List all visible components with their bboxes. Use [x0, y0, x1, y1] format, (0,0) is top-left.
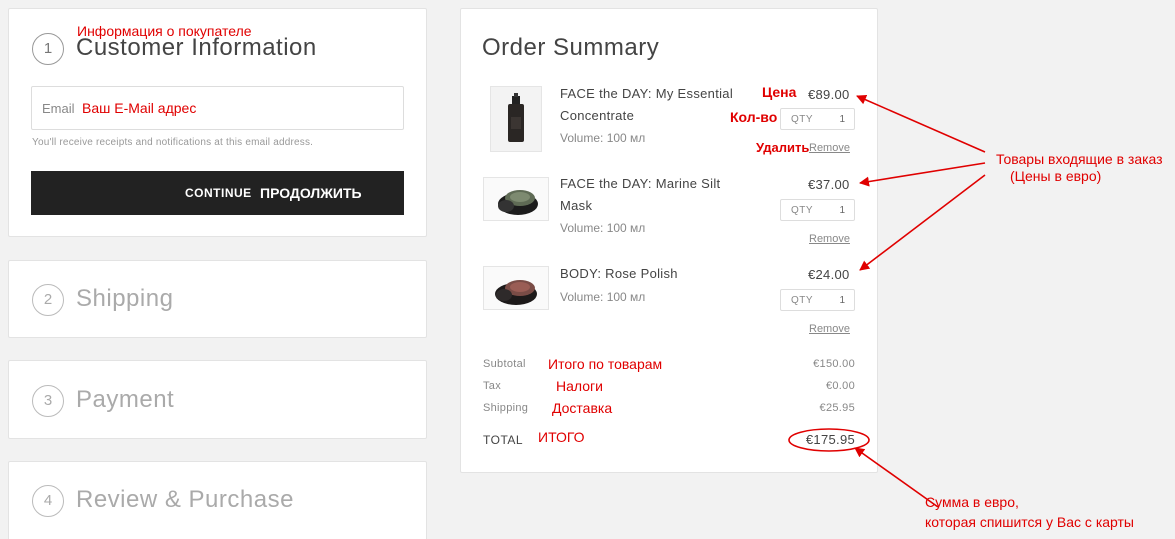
annotation-items-line2: (Цены в евро) [1010, 168, 1102, 184]
order-summary-panel: Order Summary FACE the DAY: My Essential… [460, 8, 878, 473]
qty-value: 1 [839, 114, 845, 125]
step-review[interactable]: 4 Review & Purchase [8, 461, 427, 539]
item-1-qty-field[interactable]: QTY 1 [780, 108, 855, 130]
qty-label: QTY [791, 205, 814, 216]
annotation-charge-line1: Сумма в евро, [925, 494, 1019, 510]
step-2-number: 2 [32, 284, 64, 316]
item-3-remove-link[interactable]: Remove [809, 323, 850, 335]
email-placeholder: Email [42, 101, 75, 116]
annotation-items-line1: Товары входящие в заказ [996, 151, 1163, 167]
item-1-remove-link[interactable]: Remove [809, 142, 850, 154]
step-payment[interactable]: 3 Payment [8, 360, 427, 439]
step-1-number: 1 [32, 33, 64, 65]
email-field[interactable]: Email Ваш E-Mail адрес [31, 86, 404, 130]
qty-value: 1 [839, 205, 845, 216]
step-4-number: 4 [32, 485, 64, 517]
product-image-marine-mask [483, 177, 549, 221]
qty-value: 1 [839, 295, 845, 306]
order-summary-title: Order Summary [482, 34, 660, 61]
annotation-customer-info: Информация о покупателе [77, 23, 252, 39]
annotation-total: ИТОГО [538, 429, 585, 445]
email-note: You'll receive receipts and notification… [32, 137, 314, 148]
item-1-name-line1: FACE the DAY: My Essential [560, 86, 734, 101]
product-image-rose-polish [483, 266, 549, 310]
item-3-price: €24.00 [808, 267, 850, 282]
item-2-qty-field[interactable]: QTY 1 [780, 199, 855, 221]
step-shipping[interactable]: 2 Shipping [8, 260, 427, 338]
item-1-volume: Volume: 100 мл [560, 131, 646, 145]
annotation-charge-line2: которая спишится у Вас с карты [925, 514, 1134, 530]
review-title: Review & Purchase [76, 486, 294, 513]
subtotal-value: €150.00 [813, 358, 855, 370]
item-2-remove-link[interactable]: Remove [809, 233, 850, 245]
qty-label: QTY [791, 114, 814, 125]
annotation-subtotal: Итого по товарам [548, 356, 663, 372]
item-3-volume: Volume: 100 мл [560, 290, 646, 304]
tax-value: €0.00 [825, 380, 855, 392]
arrow-to-item-2-price [859, 162, 986, 187]
qty-label: QTY [791, 295, 814, 306]
payment-title: Payment [76, 386, 175, 413]
item-3-qty-field[interactable]: QTY 1 [780, 289, 855, 311]
item-2-price: €37.00 [808, 177, 850, 192]
annotation-email: Ваш E-Mail адрес [82, 100, 197, 116]
item-2-name-line2: Mask [560, 198, 593, 213]
customer-info-panel: 1 Customer Information Информация о поку… [8, 8, 427, 237]
item-1-price: €89.00 [808, 87, 850, 102]
item-3-name-line1: BODY: Rose Polish [560, 266, 678, 281]
product-image-concentrate [490, 86, 542, 152]
shipping-value: €25.95 [819, 402, 855, 414]
item-1-name-line2: Concentrate [560, 108, 635, 123]
shipping-title: Shipping [76, 285, 174, 312]
annotation-tax: Налоги [556, 378, 603, 394]
total-label: TOTAL [483, 433, 524, 447]
total-value: €175.95 [805, 432, 855, 447]
annotation-price: Цена [762, 84, 797, 100]
annotation-remove: Удалить [756, 140, 810, 155]
shipping-label: Shipping [483, 402, 529, 414]
continue-button[interactable]: CONTINUE ПРОДОЛЖИТЬ [31, 171, 404, 215]
annotation-continue: ПРОДОЛЖИТЬ [260, 185, 362, 201]
arrow-to-item-3-price [859, 174, 986, 271]
annotation-qty: Кол-во [730, 109, 778, 125]
continue-label: CONTINUE [185, 186, 252, 200]
step-3-number: 3 [32, 385, 64, 417]
item-2-volume: Volume: 100 мл [560, 221, 646, 235]
tax-label: Tax [483, 380, 502, 392]
subtotal-label: Subtotal [483, 358, 526, 370]
item-2-name-line1: FACE the DAY: Marine Silt [560, 176, 721, 191]
annotation-shipping: Доставка [552, 400, 613, 416]
